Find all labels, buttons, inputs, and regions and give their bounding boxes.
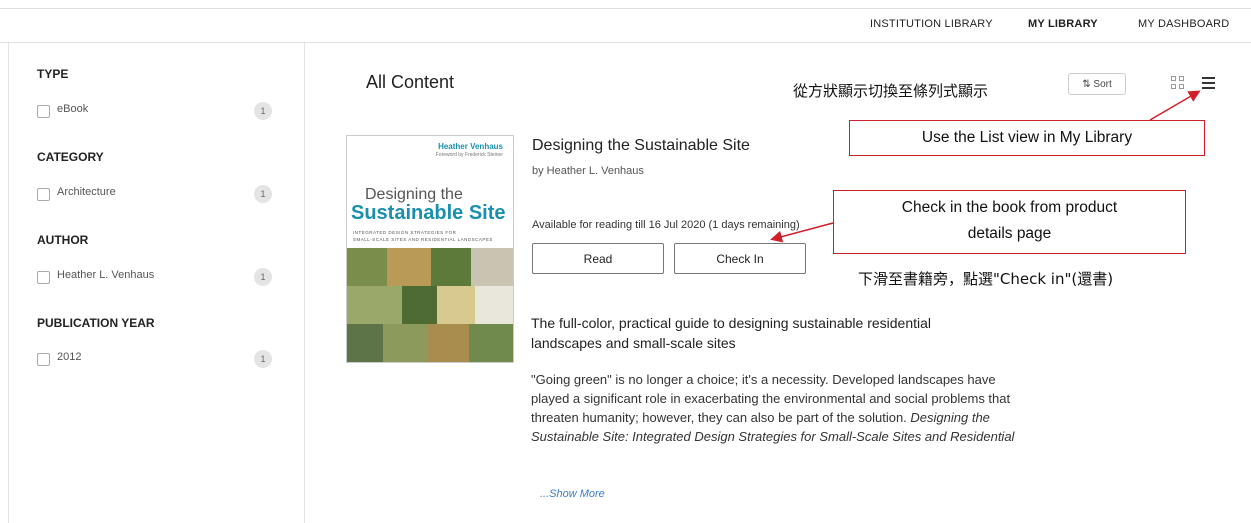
sort-button[interactable]: ⇅ Sort bbox=[1068, 73, 1126, 95]
list-view-icon[interactable] bbox=[1202, 76, 1215, 90]
cover-subtitle-line1: INTEGRATED DESIGN STRATEGIES FOR bbox=[353, 230, 457, 235]
cover-title-line2: Sustainable Site bbox=[351, 202, 506, 224]
cover-photo-collage bbox=[347, 248, 513, 362]
read-button[interactable]: Read bbox=[532, 243, 664, 274]
nav-my-library[interactable]: MY LIBRARY bbox=[1028, 18, 1098, 30]
count-badge: 1 bbox=[254, 102, 272, 120]
annotation-list-view-box: Use the List view in My Library bbox=[849, 120, 1205, 156]
checkbox[interactable] bbox=[37, 353, 50, 366]
book-author: by Heather L. Venhaus bbox=[532, 165, 644, 177]
facet-item-architecture[interactable]: Architecture 1 bbox=[37, 185, 277, 204]
annotation-checkin-box: Check in the book from product details p… bbox=[833, 190, 1186, 254]
facet-title-category: CATEGORY bbox=[37, 150, 104, 164]
facet-item-2012[interactable]: 2012 1 bbox=[37, 350, 277, 369]
count-badge: 1 bbox=[254, 185, 272, 203]
facet-title-type: TYPE bbox=[37, 67, 69, 81]
facet-label: Architecture bbox=[57, 186, 116, 198]
availability-text: Available for reading till 16 Jul 2020 (… bbox=[532, 219, 800, 231]
annotation-checkin-line2: details page bbox=[967, 225, 1052, 242]
book-title[interactable]: Designing the Sustainable Site bbox=[532, 137, 750, 155]
facet-label: Heather L. Venhaus bbox=[57, 269, 155, 281]
checkbox[interactable] bbox=[37, 188, 50, 201]
facet-title-author: AUTHOR bbox=[37, 233, 89, 247]
annotation-checkin-line1: Check in the book from product bbox=[901, 199, 1118, 216]
facet-item-ebook[interactable]: eBook 1 bbox=[37, 102, 277, 121]
top-navigation: INSTITUTION LIBRARY MY LIBRARY MY DASHBO… bbox=[0, 8, 1251, 43]
cover-foreword: Foreword by Frederick Steiner bbox=[435, 152, 503, 158]
cover-author: Heather Venhaus bbox=[438, 142, 503, 151]
arrow-to-list-icon bbox=[1149, 90, 1201, 121]
facet-label: eBook bbox=[57, 103, 89, 115]
facet-label: 2012 bbox=[57, 351, 82, 363]
show-more-link[interactable]: ...Show More bbox=[540, 488, 605, 500]
checkbox[interactable] bbox=[37, 271, 50, 284]
nav-institution-library[interactable]: INSTITUTION LIBRARY bbox=[870, 18, 993, 30]
count-badge: 1 bbox=[254, 268, 272, 286]
checkbox[interactable] bbox=[37, 105, 50, 118]
annotation-checkin-zh: 下滑至書籍旁，點選"Check in"(還書) bbox=[858, 270, 1114, 288]
facet-title-publication-year: PUBLICATION YEAR bbox=[37, 316, 155, 330]
check-in-button[interactable]: Check In bbox=[674, 243, 806, 274]
facet-item-heather-venhaus[interactable]: Heather L. Venhaus 1 bbox=[37, 268, 277, 287]
cover-subtitle-line2: SMALL-SCALE SITES AND RESIDENTIAL LANDSC… bbox=[353, 237, 493, 242]
book-headline: The full-color, practical guide to desig… bbox=[531, 315, 932, 351]
book-cover[interactable]: Heather Venhaus Foreword by Frederick St… bbox=[346, 135, 514, 363]
annotation-list-view-zh: 從方狀顯示切換至條列式顯示 bbox=[793, 82, 989, 100]
page-title: All Content bbox=[366, 72, 455, 92]
grid-view-icon[interactable] bbox=[1171, 76, 1185, 90]
nav-my-dashboard[interactable]: MY DASHBOARD bbox=[1138, 18, 1229, 30]
count-badge: 1 bbox=[254, 350, 272, 368]
book-description: "Going green" is no longer a choice; it'… bbox=[531, 370, 1031, 446]
